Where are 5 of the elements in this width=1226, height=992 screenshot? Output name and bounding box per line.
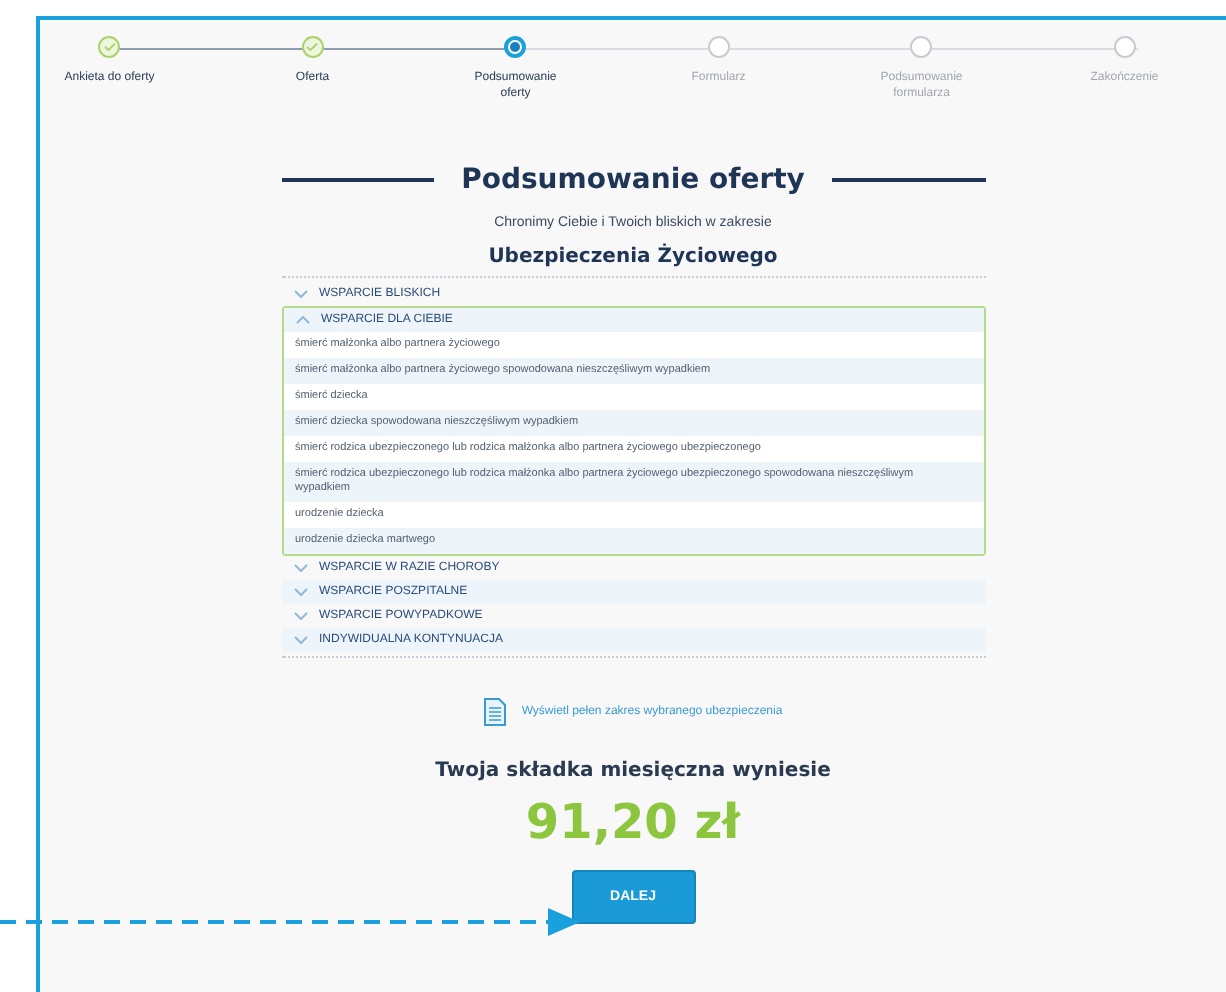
premium-label: Twoja składka miesięczna wyniesie [435, 760, 831, 782]
summary-title: Podsumowanie oferty [461, 164, 805, 196]
product-name: Ubezpieczenia Życiowego [488, 246, 778, 268]
premium-amount: 91,20 zł [525, 794, 741, 850]
document-icon [483, 698, 506, 726]
